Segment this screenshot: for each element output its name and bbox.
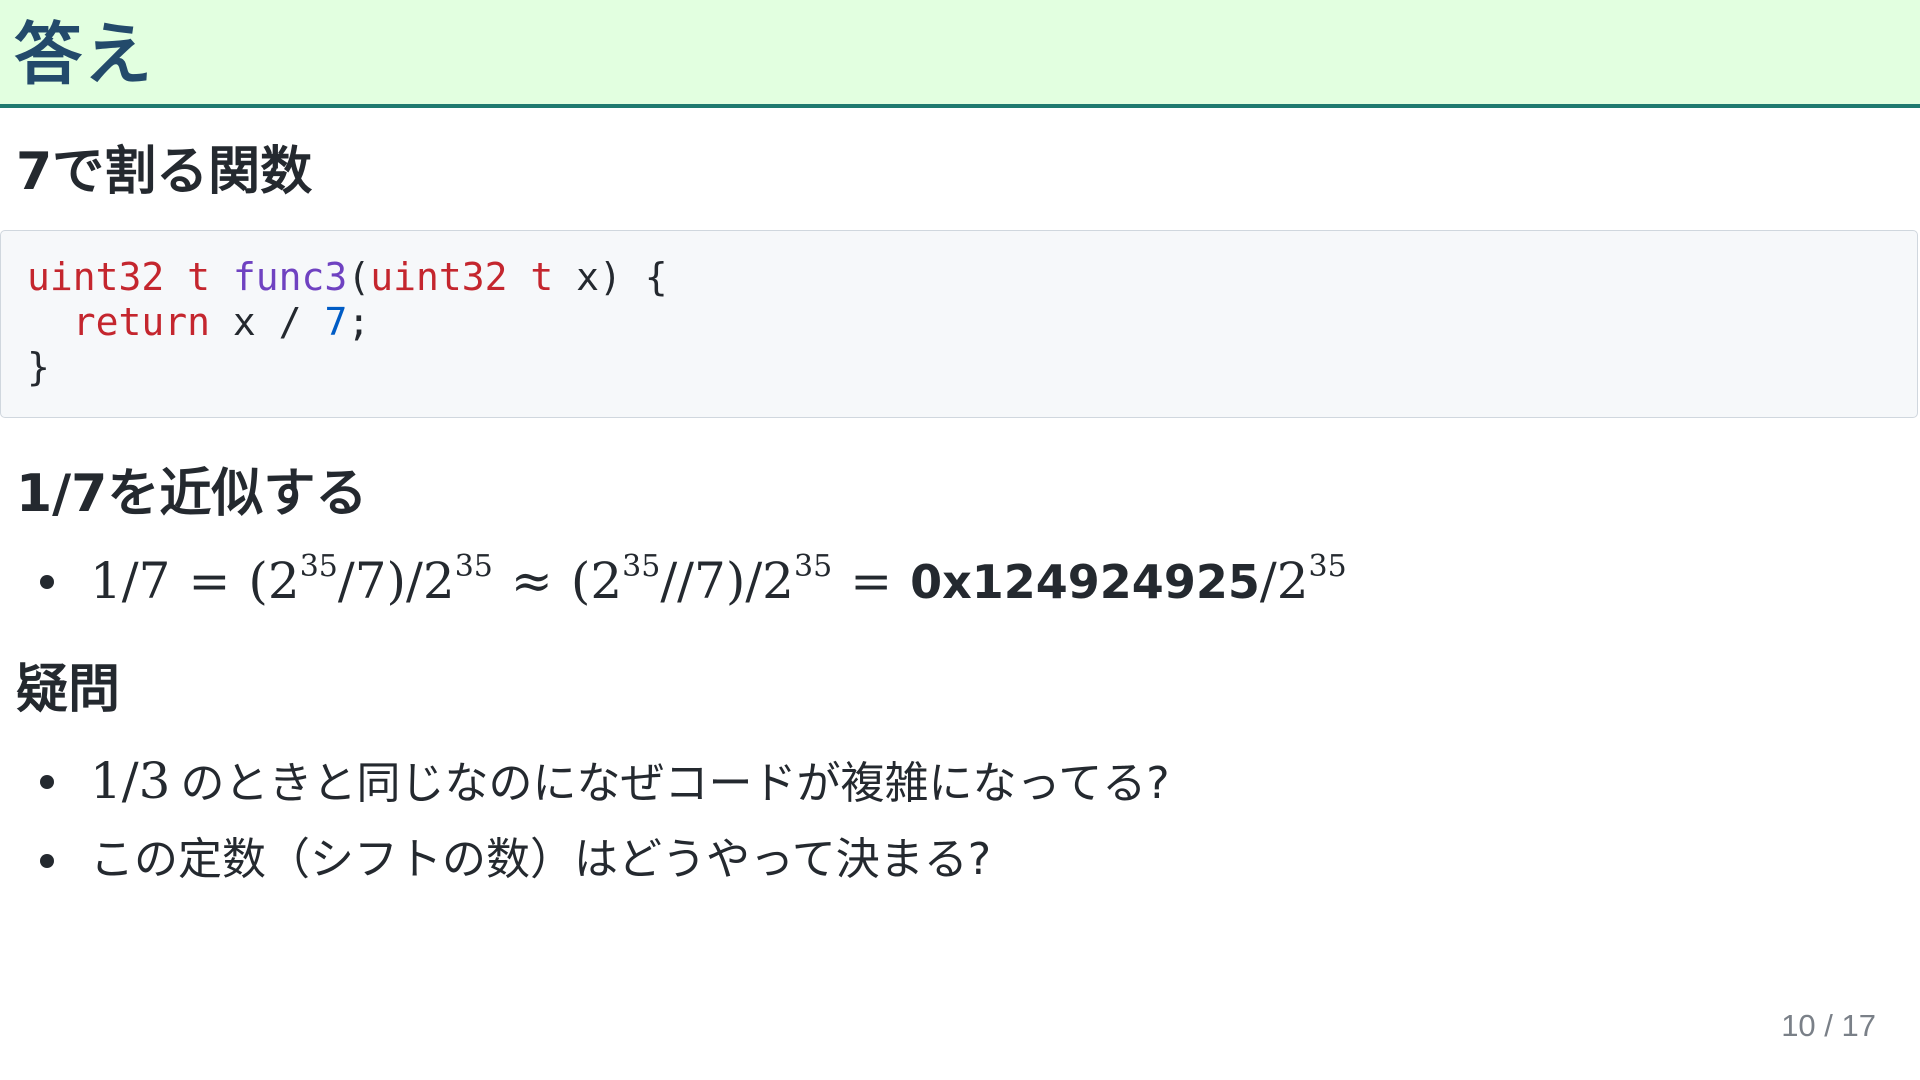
approx-formula: 1/7 = (235/7)/235 ≈ (235//7)/235 = 0x124924925… [90, 549, 1347, 611]
formula-operator: = [850, 552, 893, 610]
slide-header: 答え [0, 0, 1920, 108]
code-block: uint32 t func3(uint32 t x) { return x / … [0, 230, 1918, 418]
code-line-1: uint32 t func3(uint32 t x) { [27, 255, 668, 299]
code-token-indent [27, 300, 73, 344]
formula-exponent: 35 [622, 549, 661, 584]
section-heading-approx: 1/7を近似する [16, 464, 368, 524]
formula-term: (2 [570, 552, 623, 610]
code-token-param-type: uint32 t [370, 255, 554, 299]
code-token-paren: ( [347, 255, 371, 299]
formula-hex-constant: 0x124924925 [910, 555, 1260, 609]
code-token-return: return [72, 300, 211, 344]
approx-list: 1/7 = (235/7)/235 ≈ (235//7)/235 = 0x124924925… [40, 552, 1347, 613]
bullet-icon [40, 854, 54, 868]
question-list: 1/3 のときと同じなのになぜコードが複雑になってる? この定数（シフトの数）はど… [40, 752, 1170, 907]
formula-term: 1/7 [90, 552, 171, 610]
formula-term: /2 [1259, 552, 1309, 610]
section-heading-function: 7で割る関数 [16, 142, 313, 202]
formula-exponent: 35 [794, 549, 833, 584]
code-token-type: uint32 t [27, 255, 211, 299]
formula-exponent: 35 [454, 549, 493, 584]
code-line-2: return x / 7; [27, 300, 370, 344]
list-item: この定数（シフトの数）はどうやって決まる? [40, 831, 1170, 889]
question-text: この定数（シフトの数）はどうやって決まる? [90, 834, 992, 885]
formula-operator: = [188, 552, 231, 610]
slide-title: 答え [14, 16, 155, 95]
formula-exponent: 35 [1308, 549, 1347, 584]
page-number: 10 / 17 [1781, 1008, 1876, 1043]
question-text: のときと同じなのになぜコードが複雑になってる? [180, 758, 1170, 809]
formula-term: (2 [248, 552, 300, 610]
list-item: 1/7 = (235/7)/235 ≈ (235//7)/235 = 0x124924925… [40, 552, 1347, 613]
bullet-icon [40, 575, 54, 589]
formula-term: //7)/2 [660, 552, 794, 610]
code-token-param: x) { [553, 255, 668, 299]
code-token-brace: } [27, 345, 50, 389]
code-line-3: } [27, 345, 50, 389]
code-token-semicolon: ; [347, 300, 371, 344]
code-token-expr: x / [210, 300, 325, 344]
section-heading-question: 疑問 [16, 660, 121, 720]
formula-operator: ≈ [510, 552, 553, 610]
inline-math: 1/3 [90, 752, 171, 810]
code-token-function-name: func3 [232, 255, 348, 299]
bullet-icon [40, 775, 54, 789]
list-item: 1/3 のときと同じなのになぜコードが複雑になってる? [40, 752, 1170, 813]
code-token-number: 7 [324, 300, 348, 344]
formula-exponent: 35 [299, 549, 338, 584]
formula-term: /7)/2 [337, 552, 455, 610]
